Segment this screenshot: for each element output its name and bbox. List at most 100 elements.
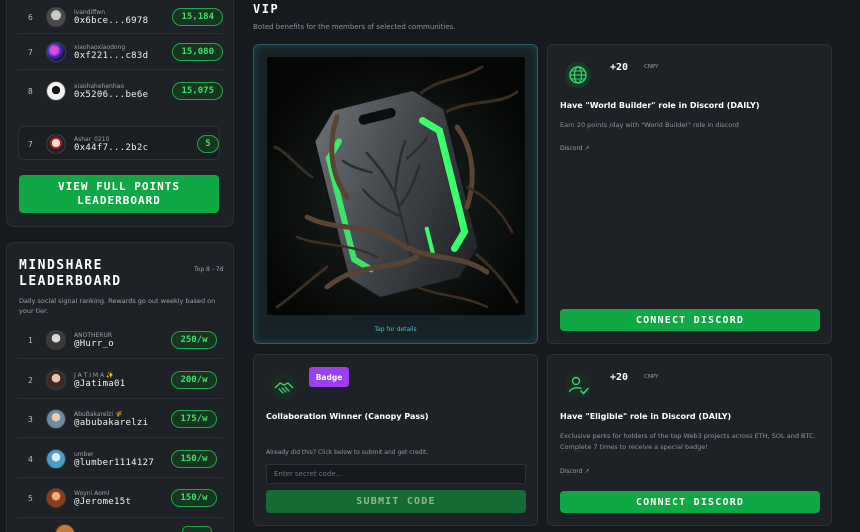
currency-label: CNPY: [644, 64, 659, 70]
avatar: [46, 370, 66, 390]
user-handle: @Jatima01: [74, 378, 126, 389]
user-display-name: J A T I M A ✨: [74, 371, 114, 379]
nft-pass-card[interactable]: Tap for details: [253, 44, 538, 344]
quest-title: Have "Eligible" role in Discord (DAILY): [560, 412, 732, 421]
badge-tag: Badge: [309, 367, 349, 387]
mindshare-row[interactable]: 3 AbuBakarelzi 🌾 @abubakarelzi 175/w: [18, 402, 223, 436]
rank-number: 2: [28, 375, 33, 385]
points-pill: 15,075: [172, 82, 223, 100]
user-identity: ANOTHERUR @Hurr_o: [74, 332, 171, 349]
score-pill: [182, 526, 212, 532]
wallet-address: 0x6bce...6978: [74, 15, 149, 26]
quest-card-eligible: +20 CNPY Have "Eligible" role in Discord…: [547, 354, 832, 526]
quest-title: Have "World Builder" role in Discord (DA…: [560, 101, 760, 110]
quest-card-world-builder: +20 CNPY Have "World Builder" role in Di…: [547, 44, 832, 344]
avatar: [46, 7, 66, 27]
left-column: 6 ivandiffwn 0x6bce...6978 15,184 7 xiao…: [0, 0, 240, 532]
leaderboard-row[interactable]: 6 ivandiffwn 0x6bce...6978 15,184: [18, 0, 223, 34]
globe-icon: [564, 61, 592, 93]
wallet-address: 0x44f7...2b2c: [74, 142, 149, 153]
rank-number: 7: [28, 47, 33, 57]
user-identity: Woyni Aoml @Jerome15t: [74, 490, 171, 507]
connect-discord-button[interactable]: CONNECT DISCORD: [560, 309, 820, 331]
score-pill: 175/w: [171, 410, 217, 428]
score-pill: 200/w: [171, 371, 217, 389]
connect-discord-button[interactable]: CONNECT DISCORD: [560, 491, 820, 513]
wallet-address: 0xf221...c83d: [74, 50, 149, 61]
leaderboard-row[interactable]: 8 xiaohahehenhao 0x5206...be6e 15,075: [18, 74, 223, 108]
user-identity: J A T I M A ✨ @Jatima01: [74, 372, 171, 389]
currency-label: CNPY: [644, 374, 659, 380]
user-identity: ivandiffwn 0x6bce...6978: [74, 9, 172, 26]
leaderboard-row[interactable]: 7 xiaohaoxiaodong 0xf221...c83d 15,080: [18, 35, 223, 69]
nft-tap-caption: Tap for details: [374, 326, 417, 333]
score-pill: 150/w: [171, 489, 217, 507]
divider: [18, 33, 223, 34]
points-reward: +20: [610, 372, 629, 383]
mindshare-row[interactable]: 1 ANOTHERUR @Hurr_o 250/w: [18, 323, 223, 357]
rank-number: 8: [28, 86, 33, 96]
divider: [18, 437, 223, 438]
user-identity: umber @lumber1114127: [74, 451, 171, 468]
mindshare-period: Top 8 - 7d: [194, 266, 224, 273]
quest-description: Earn 20 points /day with "World Builder"…: [560, 121, 739, 129]
divider: [18, 358, 223, 359]
avatar: [46, 409, 66, 429]
score-pill: 250/w: [171, 331, 217, 349]
current-user-row[interactable]: 7 Ashar_0210 0x44f7...2b2c 5: [18, 127, 223, 161]
points-pill: 5: [197, 135, 219, 153]
mindshare-description: Daily social signal ranking. Rewards go …: [19, 297, 216, 315]
secret-code-input[interactable]: [266, 464, 526, 484]
wallet-address: 0x5206...be6e: [74, 89, 149, 100]
discord-link[interactable]: Discord ↗: [560, 145, 590, 152]
quest-card-collaboration: Badge Collaboration Winner (Canopy Pass)…: [253, 354, 538, 526]
divider: [18, 517, 223, 518]
divider: [18, 398, 223, 399]
user-handle: @abubakarelzi: [74, 417, 149, 428]
rank-number: 3: [28, 414, 33, 424]
avatar: [46, 42, 66, 62]
rank-number: 7: [28, 139, 33, 149]
mindshare-title: MINDSHARE LEADERBOARD: [19, 258, 122, 289]
user-identity: AbuBakarelzi 🌾 @abubakarelzi: [74, 411, 171, 428]
rank-number: 1: [28, 335, 33, 345]
user-handle: @Jerome15t: [74, 496, 132, 507]
quest-hint: Already did this? Click below to submit …: [266, 449, 429, 456]
points-reward: +20: [610, 62, 629, 73]
mindshare-row[interactable]: 4 umber @lumber1114127 150/w: [18, 442, 223, 476]
rank-number: 6: [28, 12, 33, 22]
avatar: [46, 330, 66, 350]
user-display-name: umber: [74, 450, 94, 458]
points-pill: 15,080: [172, 43, 223, 61]
points-pill: 15,184: [172, 8, 223, 26]
discord-link[interactable]: Discord ↗: [560, 468, 590, 475]
user-display-name: AbuBakarelzi 🌾: [74, 410, 123, 418]
rank-number: 5: [28, 493, 33, 503]
divider: [18, 477, 223, 478]
user-handle: @lumber1114127: [74, 457, 155, 468]
user-display-name: Woyni Aoml: [74, 489, 110, 497]
avatar: [46, 81, 66, 101]
mindshare-row[interactable]: 5 Woyni Aoml @Jerome15t 150/w: [18, 481, 223, 515]
avatar: [46, 134, 66, 154]
nft-pass-illustration: [267, 57, 525, 315]
user-display-name: ivandiffwn: [74, 8, 106, 16]
score-pill: 150/w: [171, 450, 217, 468]
nft-pass-image: [267, 57, 525, 315]
submit-code-button[interactable]: SUBMIT CODE: [266, 490, 526, 513]
user-display-name: xiaohaoxiaodong: [74, 43, 126, 51]
mindshare-row[interactable]: 2 J A T I M A ✨ @Jatima01 200/w: [18, 363, 223, 397]
user-handle: @Hurr_o: [74, 338, 115, 349]
user-identity: xiaohaoxiaodong 0xf221...c83d: [74, 44, 172, 61]
vip-title: VIP: [253, 2, 280, 16]
handshake-icon: [270, 373, 298, 405]
user-display-name: Ashar_0210: [74, 135, 110, 143]
view-full-leaderboard-button[interactable]: VIEW FULL POINTS LEADERBOARD: [19, 175, 219, 213]
quest-title: Collaboration Winner (Canopy Pass): [266, 412, 429, 421]
rank-number: 4: [28, 454, 33, 464]
quest-description: Exclusive perks for holders of the top W…: [560, 432, 816, 451]
user-display-name: xiaohahehenhao: [74, 82, 124, 90]
avatar: [46, 488, 66, 508]
user-display-name: ANOTHERUR: [74, 331, 113, 339]
user-identity: xiaohahehenhao 0x5206...be6e: [74, 83, 172, 100]
